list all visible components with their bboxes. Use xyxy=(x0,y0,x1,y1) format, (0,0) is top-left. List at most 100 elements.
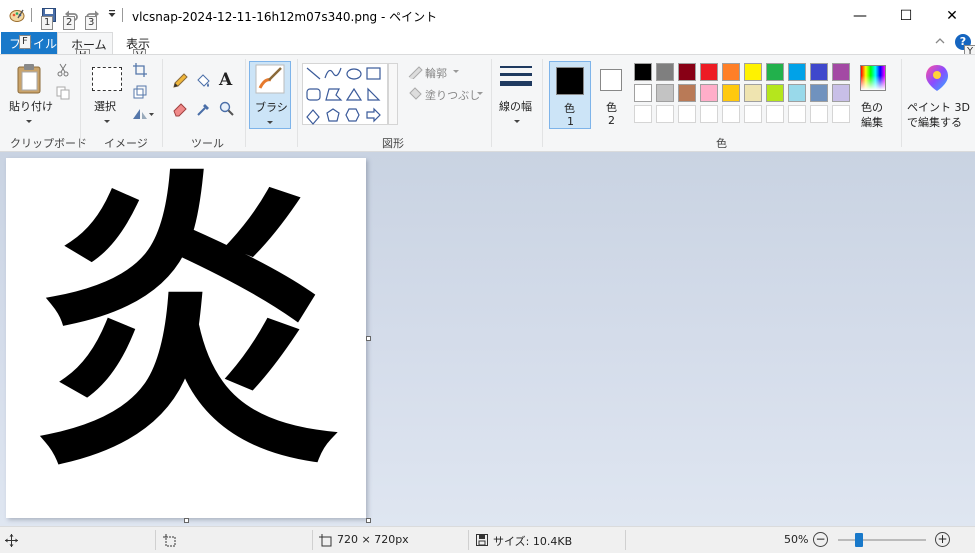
color-spectrum-icon xyxy=(860,65,886,91)
palette-custom-swatch[interactable] xyxy=(722,105,740,123)
drawing-canvas[interactable]: 炎 xyxy=(6,158,366,518)
palette-custom-swatch[interactable] xyxy=(766,105,784,123)
palette-color-swatch[interactable] xyxy=(766,84,784,102)
pencil-icon[interactable] xyxy=(172,73,188,92)
chevron-down-icon[interactable] xyxy=(26,120,32,123)
color1-button[interactable]: 色 1 xyxy=(549,61,591,129)
resize-handle-corner[interactable] xyxy=(366,518,371,523)
zoom-level: 50% xyxy=(784,533,809,546)
brushes-button[interactable]: ブラシ xyxy=(249,61,291,129)
palette-custom-swatch[interactable] xyxy=(634,105,652,123)
zoom-out-button[interactable]: − xyxy=(813,532,828,547)
group-separator xyxy=(245,59,246,147)
paste-button[interactable] xyxy=(15,63,43,98)
cut-icon[interactable] xyxy=(56,63,70,80)
magnifier-icon[interactable] xyxy=(219,101,235,120)
fill-icon[interactable] xyxy=(195,73,211,92)
outline-icon[interactable] xyxy=(407,65,423,82)
rotate-icon[interactable] xyxy=(132,107,154,124)
edit-colors-line2: 編集 xyxy=(861,116,883,129)
palette-color-swatch[interactable] xyxy=(678,84,696,102)
disk-icon xyxy=(476,534,488,549)
paint3d-icon xyxy=(924,63,950,96)
palette-custom-swatch[interactable] xyxy=(744,105,762,123)
paint3d-line2: で編集する xyxy=(907,116,962,129)
fill-label[interactable]: 塗りつぶし xyxy=(425,87,480,103)
copy-icon[interactable] xyxy=(56,86,70,103)
customize-toolbar-icon[interactable] xyxy=(107,9,123,25)
palette-custom-swatch[interactable] xyxy=(656,105,674,123)
shapes-gallery-icons xyxy=(306,67,381,125)
palette-color-swatch[interactable] xyxy=(832,63,850,81)
shapes-scrollbar[interactable] xyxy=(388,63,398,125)
palette-custom-swatch[interactable] xyxy=(678,105,696,123)
palette-color-swatch[interactable] xyxy=(766,63,784,81)
zoom-slider-thumb[interactable] xyxy=(855,533,863,547)
image-dimensions-icon xyxy=(319,534,332,550)
line-medium-icon xyxy=(500,73,532,76)
palette-color-swatch[interactable] xyxy=(810,63,828,81)
status-divider xyxy=(468,530,469,550)
resize-handle-bottom[interactable] xyxy=(184,518,189,523)
palette-color-swatch[interactable] xyxy=(788,84,806,102)
paint3d-line1: ペイント 3D xyxy=(907,101,970,114)
drawing-workspace[interactable]: 炎 xyxy=(0,152,975,526)
chevron-down-icon[interactable] xyxy=(104,120,110,123)
chevron-down-icon[interactable] xyxy=(453,70,459,73)
maximize-button[interactable]: ☐ xyxy=(883,0,929,31)
image-group-label: イメージ xyxy=(104,137,148,150)
chevron-down-icon xyxy=(267,121,273,124)
status-divider xyxy=(155,530,156,550)
palette-color-swatch[interactable] xyxy=(832,84,850,102)
minimize-button[interactable]: — xyxy=(837,0,883,31)
paint-app-icon[interactable] xyxy=(9,7,25,23)
select-icon[interactable] xyxy=(92,67,122,91)
edit-colors-button[interactable]: 色の 編集 xyxy=(855,61,893,131)
brush-icon xyxy=(255,64,285,97)
palette-custom-swatch[interactable] xyxy=(788,105,806,123)
palette-color-swatch[interactable] xyxy=(788,63,806,81)
palette-color-swatch[interactable] xyxy=(744,84,762,102)
window-title: vlcsnap-2024-12-11-16h12m07s340.png - ペイ… xyxy=(132,10,438,24)
palette-color-swatch[interactable] xyxy=(656,84,674,102)
palette-custom-swatch[interactable] xyxy=(700,105,718,123)
palette-color-swatch[interactable] xyxy=(634,84,652,102)
palette-color-swatch[interactable] xyxy=(656,63,674,81)
selection-size-icon xyxy=(163,534,176,550)
colors-group-label: 色 xyxy=(716,137,727,150)
zoom-slider[interactable] xyxy=(838,533,926,547)
palette-color-swatch[interactable] xyxy=(634,63,652,81)
palette-color-swatch[interactable] xyxy=(722,63,740,81)
keytip-redo: 3 xyxy=(85,16,98,30)
palette-color-swatch[interactable] xyxy=(700,63,718,81)
collapse-ribbon-icon[interactable] xyxy=(934,36,946,49)
resize-icon[interactable] xyxy=(133,85,147,102)
palette-color-swatch[interactable] xyxy=(810,84,828,102)
eraser-icon[interactable] xyxy=(172,101,188,120)
color-picker-icon[interactable] xyxy=(196,101,212,120)
palette-color-swatch[interactable] xyxy=(678,63,696,81)
edit-in-paint3d-button[interactable]: ペイント 3D で編集する xyxy=(904,61,970,131)
color2-label: 色 xyxy=(606,101,617,114)
palette-color-swatch[interactable] xyxy=(700,84,718,102)
palette-custom-swatch[interactable] xyxy=(810,105,828,123)
text-icon[interactable]: A xyxy=(219,70,232,90)
color1-number: 1 xyxy=(567,115,574,128)
chevron-down-icon[interactable] xyxy=(477,92,483,95)
crop-icon[interactable] xyxy=(133,63,147,80)
status-divider xyxy=(625,530,626,550)
outline-label[interactable]: 輪郭 xyxy=(425,65,447,81)
size-button[interactable]: 線の幅 xyxy=(497,61,537,131)
chevron-down-icon xyxy=(514,120,520,123)
edit-colors-line1: 色の xyxy=(861,101,883,114)
shapes-gallery[interactable] xyxy=(302,63,388,125)
fill-bucket-icon[interactable] xyxy=(407,87,423,104)
color2-button[interactable]: 色 2 xyxy=(595,61,629,129)
zoom-in-button[interactable]: + xyxy=(935,532,950,547)
palette-custom-swatch[interactable] xyxy=(832,105,850,123)
resize-handle-right[interactable] xyxy=(366,336,371,341)
tools-group-label: ツール xyxy=(191,137,224,150)
palette-color-swatch[interactable] xyxy=(744,63,762,81)
close-button[interactable]: ✕ xyxy=(929,0,975,31)
palette-color-swatch[interactable] xyxy=(722,84,740,102)
